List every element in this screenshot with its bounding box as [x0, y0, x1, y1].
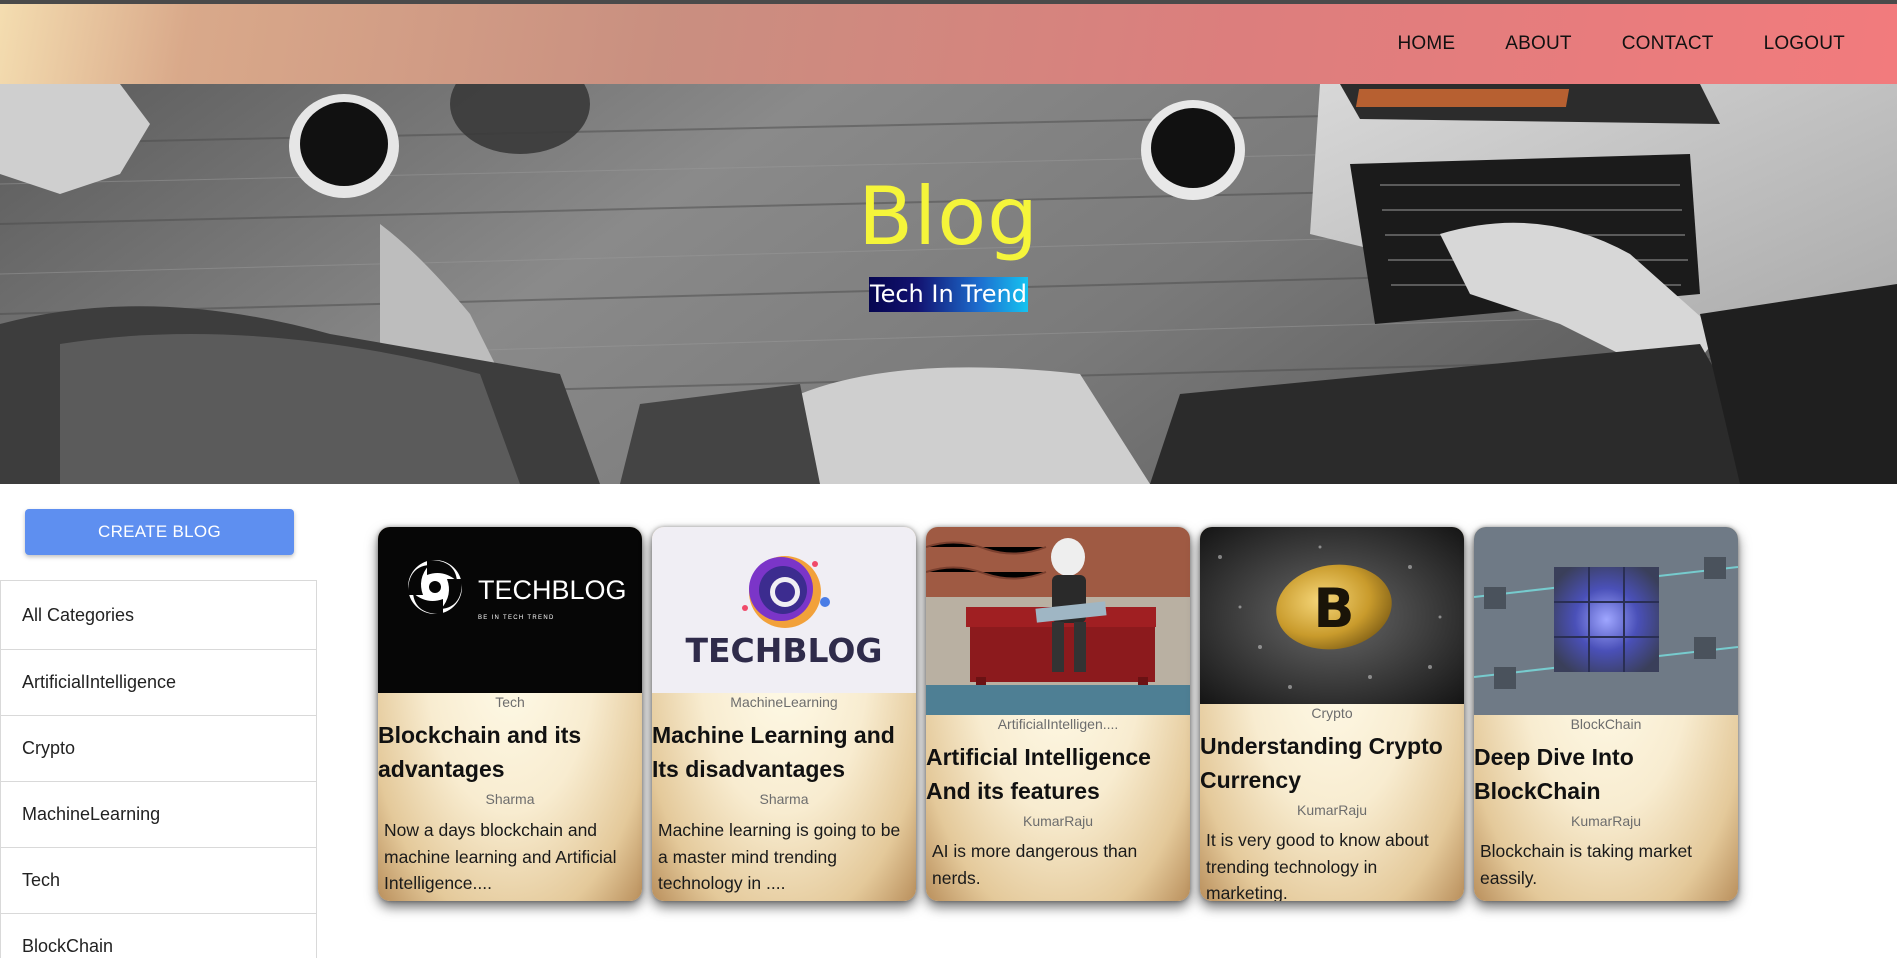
hero-banner: Blog Tech In Trend — [0, 84, 1897, 484]
nav-links: HOME ABOUT CONTACT LOGOUT — [1347, 4, 1845, 84]
blog-card-image — [926, 527, 1190, 715]
category-machine-learning[interactable]: MachineLearning — [0, 782, 317, 848]
blog-card-image — [1474, 527, 1738, 715]
hero-subtitle: Tech In Trend — [869, 277, 1028, 312]
blog-card-title[interactable]: Artificial Intelligence And its features — [926, 740, 1190, 808]
nav-logout-link[interactable]: LOGOUT — [1764, 33, 1845, 55]
blog-card-excerpt: Blockchain is taking market eassily. — [1480, 841, 1693, 888]
blog-card-excerpt: It is very good to know about trending t… — [1206, 830, 1429, 901]
blog-card-author: Sharma — [759, 791, 809, 807]
navbar: HOME ABOUT CONTACT LOGOUT — [0, 4, 1897, 84]
blog-card-excerpt: AI is more dangerous than nerds. — [932, 841, 1138, 888]
hero-title: Blog — [858, 170, 1039, 263]
blog-card[interactable]: B Crypto Understanding Crypto Currency K… — [1200, 527, 1464, 901]
svg-text:TECHBLOG: TECHBLOG — [685, 631, 882, 670]
blog-card[interactable]: TECHBLOG MachineLearning Machine Learnin… — [652, 527, 916, 901]
blog-card[interactable]: TECHBLOG BE IN TECH TREND Tech Blockchai… — [378, 527, 642, 901]
blog-card-author: KumarRaju — [1570, 813, 1642, 829]
blockchain-cube-icon — [1554, 567, 1659, 672]
svg-text:TECHBLOG: TECHBLOG — [478, 575, 627, 605]
blog-card-title[interactable]: Understanding Crypto Currency — [1200, 729, 1464, 797]
category-artificial-intelligence[interactable]: ArtificialIntelligence — [0, 650, 317, 716]
category-crypto[interactable]: Crypto — [0, 716, 317, 782]
category-all[interactable]: All Categories — [0, 580, 317, 650]
blog-card-author: KumarRaju — [1022, 813, 1094, 829]
blog-card-category: Tech — [495, 694, 525, 710]
blog-card-category: Crypto — [1311, 705, 1353, 721]
blog-card-image: TECHBLOG — [652, 527, 916, 693]
blog-card-excerpt: Machine learning is going to be a master… — [658, 820, 901, 893]
blog-card-title[interactable]: Blockchain and its advantages — [378, 718, 642, 786]
blog-card-category: MachineLearning — [730, 694, 838, 710]
blog-card-title[interactable]: Deep Dive Into BlockChain — [1474, 740, 1738, 808]
blog-card-image: TECHBLOG BE IN TECH TREND — [378, 527, 642, 693]
category-tech[interactable]: Tech — [0, 848, 317, 914]
blog-card-excerpt: Now a days blockchain and machine learni… — [384, 820, 617, 893]
blog-card-title[interactable]: Machine Learning and Its disadvantages — [652, 718, 916, 786]
blog-card[interactable]: BlockChain Deep Dive Into BlockChain Kum… — [1474, 527, 1738, 901]
blog-card[interactable]: ArtificialIntelligen.... Artificial Inte… — [926, 527, 1190, 901]
techblog-logo-icon — [407, 559, 463, 615]
blog-card-author: KumarRaju — [1296, 802, 1368, 818]
blog-card-author: Sharma — [485, 791, 535, 807]
blog-card-image: B — [1200, 527, 1464, 704]
create-blog-button[interactable]: CREATE BLOG — [25, 509, 294, 555]
nav-contact-link[interactable]: CONTACT — [1622, 33, 1714, 55]
blog-card-category: ArtificialIntelligen.... — [997, 716, 1119, 732]
nav-home-link[interactable]: HOME — [1397, 33, 1455, 55]
nav-about-link[interactable]: ABOUT — [1505, 33, 1571, 55]
category-list: All Categories ArtificialIntelligence Cr… — [0, 580, 317, 958]
blog-card-category: BlockChain — [1570, 716, 1642, 732]
svg-text:BE IN TECH TREND: BE IN TECH TREND — [478, 615, 555, 621]
svg-text:B: B — [1313, 577, 1354, 640]
category-blockchain[interactable]: BlockChain — [0, 914, 317, 958]
